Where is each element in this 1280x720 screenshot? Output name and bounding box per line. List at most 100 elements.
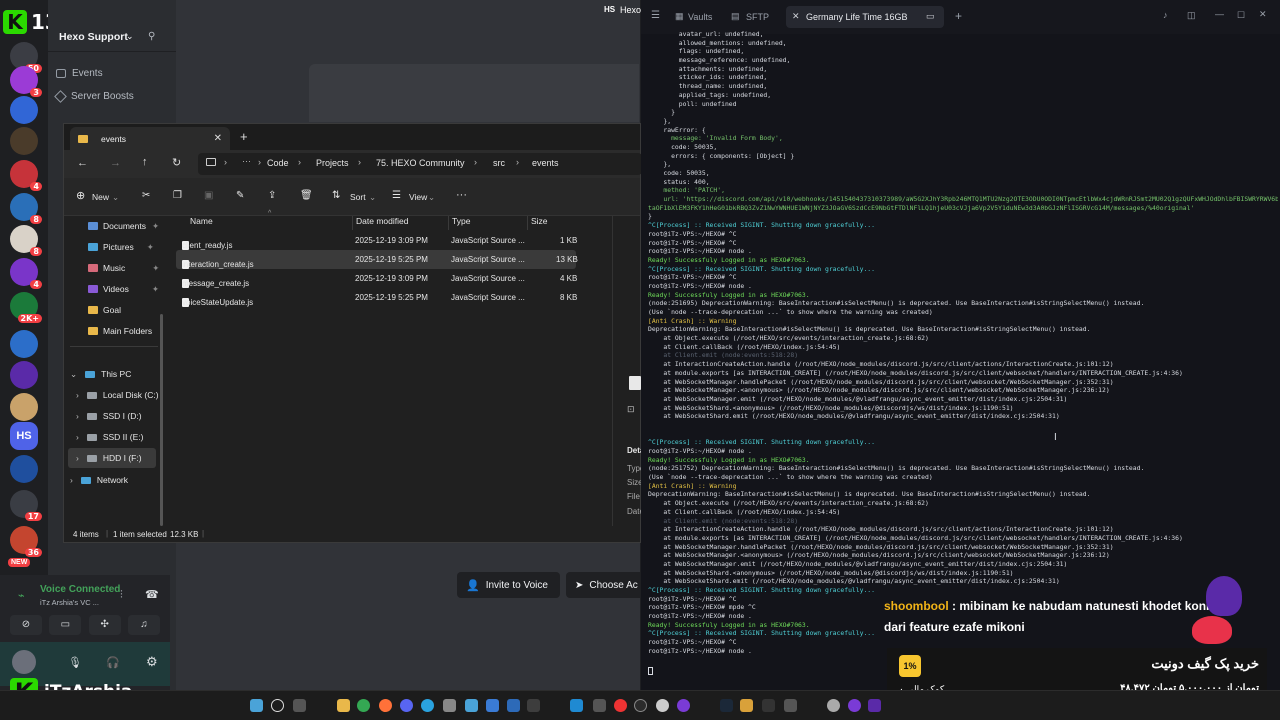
new-icon[interactable]: ⊕ [76,189,85,202]
layout-icon[interactable]: ◫ [1187,10,1196,21]
server-icon[interactable]: 17 [10,490,42,521]
crumb-code[interactable]: Code [267,158,289,168]
screen-share-icon[interactable]: ▭ [49,615,82,635]
nav-videos[interactable]: Videos ✦ [88,279,159,299]
app-icon[interactable] [868,699,881,712]
server-icon[interactable] [10,361,38,389]
delete-icon[interactable]: 🗑 [300,190,313,201]
app-icon[interactable] [465,699,478,712]
new-button[interactable]: New [92,192,109,202]
gear-icon[interactable]: ⚙ [146,654,158,670]
activities-icon[interactable]: ✣ [88,615,121,635]
crumb-events[interactable]: events [532,158,559,168]
tab-sftp[interactable]: SFTP [746,12,769,22]
file-row-selected[interactable]: interaction_create.js 2025-12-19 5:25 PM… [176,250,578,269]
start-icon[interactable] [250,699,263,712]
app-icon[interactable] [827,699,840,712]
server-icon[interactable]: 4 [10,258,42,289]
server-icon[interactable]: 4 [10,160,42,191]
camera-off-icon[interactable]: ⊘ [10,615,42,635]
tab-events[interactable]: events ✕ [70,127,230,150]
server-icon[interactable]: 3 [10,66,42,97]
refresh-icon[interactable]: ↻ [172,156,181,169]
nav-hdd-f[interactable]: › HDD I (F:) [68,448,156,468]
nav-local-disk-c[interactable]: › Local Disk (C:) [76,385,159,405]
rename-icon[interactable]: ✎ [236,190,244,201]
back-icon[interactable]: ← [77,157,88,169]
new-tab-icon[interactable]: + [240,129,248,144]
file-explorer-icon[interactable] [337,699,350,712]
discord-icon[interactable] [400,699,413,712]
nav-network[interactable]: › Network [70,470,128,490]
menu-icon[interactable]: ☰ [651,10,660,21]
col-date[interactable]: Date modified [352,216,408,230]
server-icon[interactable] [10,330,38,358]
close-tab-icon[interactable]: ✕ [214,133,222,144]
server-icon[interactable] [10,393,38,421]
soundboard-icon[interactable]: ♫ [127,615,160,635]
firefox-icon[interactable] [379,699,392,712]
vscode-icon[interactable] [570,699,583,712]
voice-status[interactable]: Voice Connected [40,584,120,595]
tab-germany-server[interactable]: ✕ Germany Life Time 16GB ▭ [786,6,944,28]
app-icon[interactable] [507,699,520,712]
crumb-src[interactable]: src [493,158,505,168]
search-icon[interactable] [271,699,284,712]
channel-events[interactable]: Events [56,64,103,82]
server-icon[interactable]: 2K+ [10,292,42,323]
sort-icon[interactable]: ⇅ [332,190,340,201]
server-icon[interactable]: 8 [10,193,42,224]
nav-scrollbar[interactable] [160,314,163,526]
app-icon[interactable] [593,699,606,712]
col-name[interactable]: Name [190,216,213,226]
crumb-hexo-community[interactable]: 75. HEXO Community [376,158,465,168]
copy-icon[interactable]: ❐ [173,190,182,201]
tab-vaults[interactable]: Vaults [688,12,712,22]
app-icon[interactable] [784,699,797,712]
chevron-down-icon[interactable]: ⌄ [126,31,134,42]
noise-suppression-icon[interactable]: ⫶ [120,589,123,602]
server-icon[interactable] [10,127,38,155]
server-icon[interactable]: 36 [10,526,42,557]
minimize-icon[interactable]: — [1215,9,1224,19]
channel-server-boosts[interactable]: Server Boosts [54,87,134,105]
paste-icon[interactable]: ▣ [204,190,213,201]
server-icon[interactable] [10,96,38,124]
choose-activity-button[interactable]: ➤ Choose Ac [566,572,640,598]
up-icon[interactable]: ↑ [142,156,148,168]
app-icon[interactable] [486,699,499,712]
nav-goal[interactable]: Goal [88,300,121,320]
info-icon[interactable]: ⊡ [627,404,635,415]
col-size[interactable]: Size [527,216,548,230]
add-member-icon[interactable]: ⚲ [148,31,155,42]
invite-to-voice-button[interactable]: 👤 Invite to Voice [457,572,560,598]
nav-this-pc[interactable]: ⌄ This PC [70,364,131,384]
maximize-icon[interactable]: ☐ [1237,10,1245,21]
app-icon[interactable] [740,699,753,712]
app-icon[interactable] [677,699,690,712]
obs-icon[interactable] [634,699,647,712]
server-icon[interactable]: 8 [10,225,42,256]
server-icon[interactable] [10,455,38,483]
view-button[interactable]: View [409,192,427,202]
app-icon[interactable] [848,699,861,712]
close-tab-icon[interactable]: ✕ [792,11,800,22]
more-options-icon[interactable]: ··· [456,189,467,201]
app-icon[interactable] [656,699,669,712]
file-row[interactable]: client_ready.js 2025-12-19 3:09 PM JavaS… [176,231,577,250]
new-tab-icon[interactable]: + [955,9,962,23]
file-row[interactable]: message_create.js 2025-12-19 3:09 PM Jav… [176,269,577,288]
task-view-icon[interactable] [293,699,306,712]
microphone-icon[interactable]: 🎙 [68,656,82,669]
nav-ssd-e[interactable]: › SSD II (E:) [76,427,143,447]
app-icon[interactable] [443,699,456,712]
nav-music[interactable]: Music ✦ [88,258,159,278]
more-icon[interactable]: ··· [242,156,251,166]
steam-icon[interactable] [720,699,733,712]
nav-documents[interactable]: Documents ✦ [88,216,159,236]
disconnect-icon[interactable]: ☎ [145,588,159,601]
telegram-icon[interactable] [421,699,434,712]
view-icon[interactable]: ☰ [392,190,401,201]
avatar[interactable] [12,650,36,674]
cut-icon[interactable]: ✂ [142,190,150,201]
